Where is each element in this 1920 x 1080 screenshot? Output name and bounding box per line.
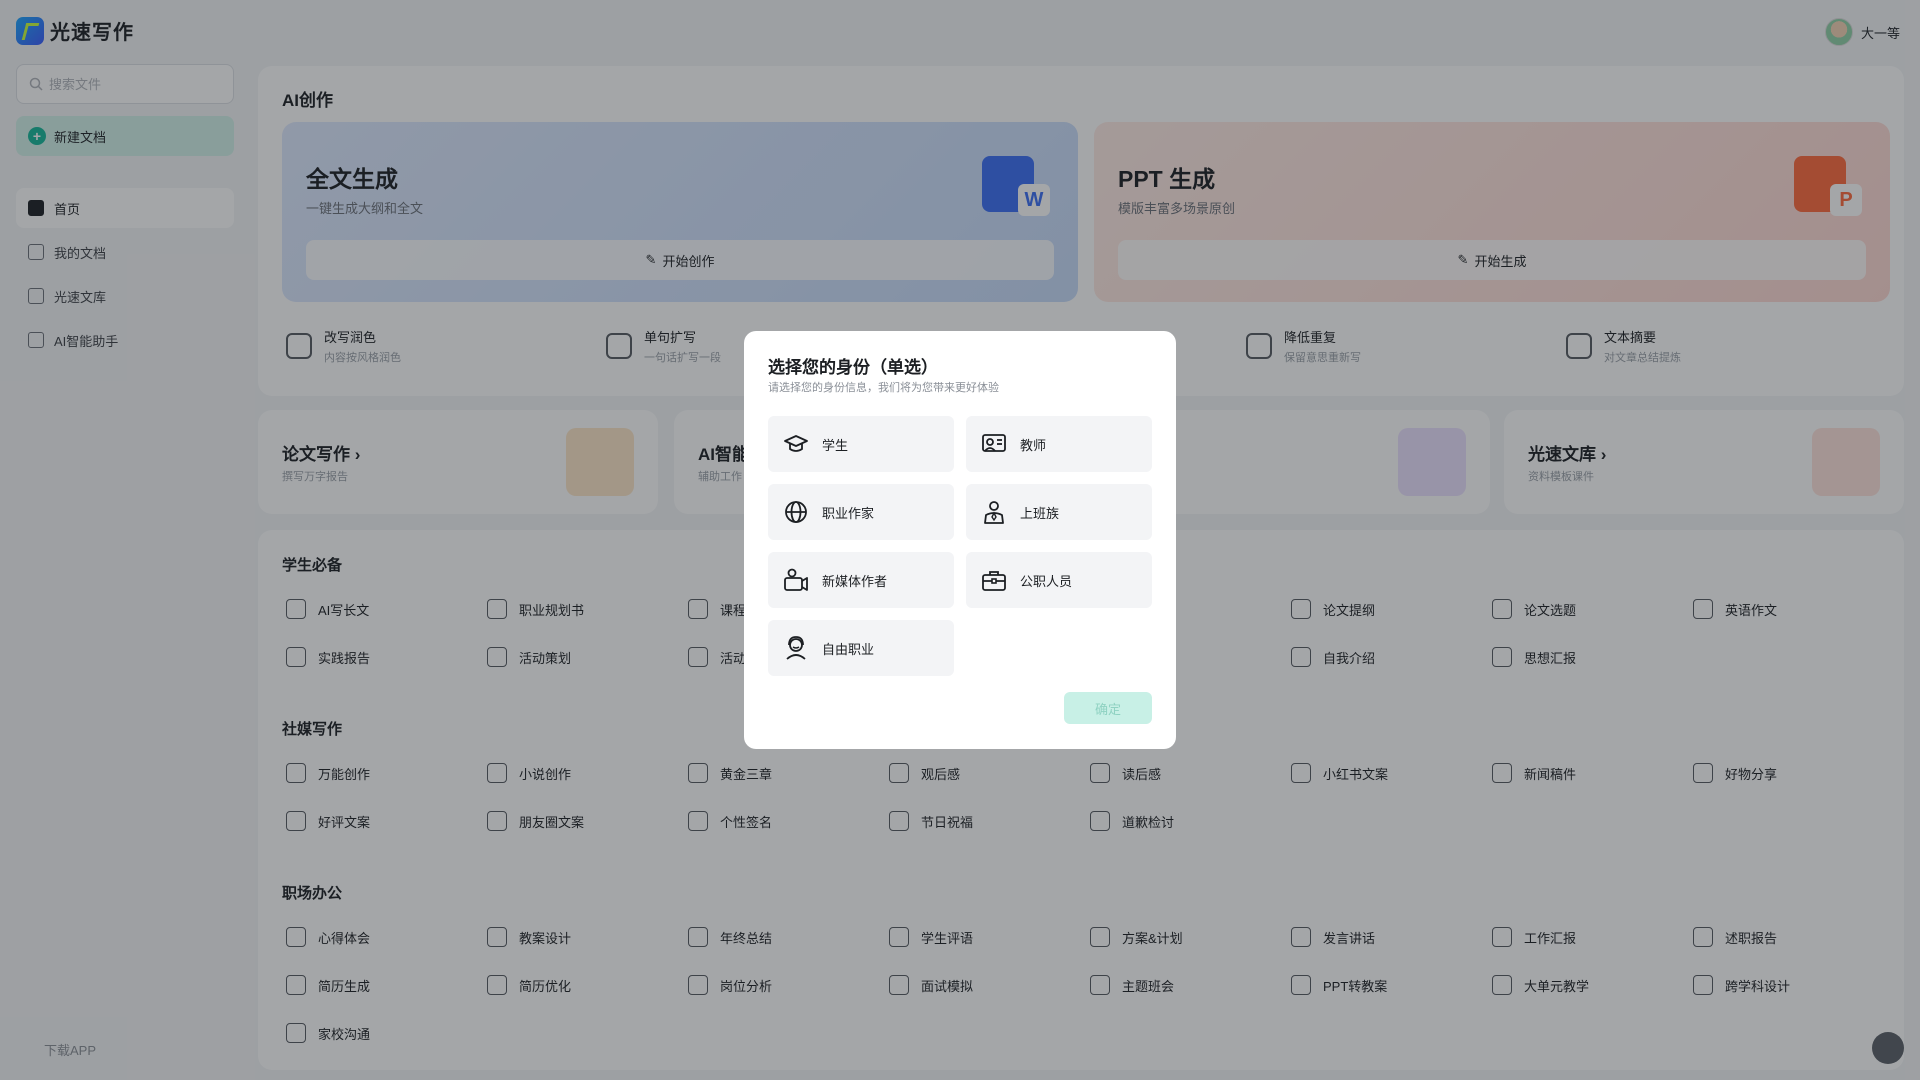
option-new-media-author[interactable]: 新媒体作者 bbox=[768, 552, 954, 608]
option-freelancer[interactable]: 自由职业 bbox=[768, 620, 954, 676]
option-label: 公职人员 bbox=[1020, 573, 1073, 589]
option-label: 教师 bbox=[1020, 437, 1047, 453]
briefcase-icon bbox=[982, 571, 1006, 591]
confirm-button[interactable]: 确定 bbox=[1064, 692, 1152, 724]
option-professional-writer[interactable]: 职业作家 bbox=[768, 484, 954, 540]
camera-person-icon bbox=[784, 568, 808, 591]
option-label: 上班族 bbox=[1020, 505, 1060, 521]
graduation-cap-icon bbox=[784, 435, 808, 452]
option-label: 职业作家 bbox=[822, 505, 875, 521]
option-label: 新媒体作者 bbox=[822, 573, 888, 589]
dialog-subtitle: 请选择您的身份信息，我们将为您带来更好体验 bbox=[768, 382, 999, 394]
option-student[interactable]: 学生 bbox=[768, 416, 954, 472]
identity-options: 学生 教师 职业作家 上班族 新媒体作者 公职人员 自由职业 bbox=[768, 416, 1152, 676]
office-worker-icon bbox=[984, 501, 1004, 524]
option-teacher[interactable]: 教师 bbox=[966, 416, 1152, 472]
option-office-worker[interactable]: 上班族 bbox=[966, 484, 1152, 540]
teacher-board-icon bbox=[982, 434, 1006, 452]
option-label: 自由职业 bbox=[822, 641, 875, 657]
dialog-title: 选择您的身份（单选） bbox=[768, 358, 938, 377]
globe-icon bbox=[785, 501, 807, 523]
identity-select-dialog: 选择您的身份（单选） 请选择您的身份信息，我们将为您带来更好体验 学生 教师 职… bbox=[744, 331, 1176, 749]
option-civil-servant[interactable]: 公职人员 bbox=[966, 552, 1152, 608]
headset-person-icon bbox=[786, 636, 806, 660]
option-label: 学生 bbox=[822, 437, 849, 453]
